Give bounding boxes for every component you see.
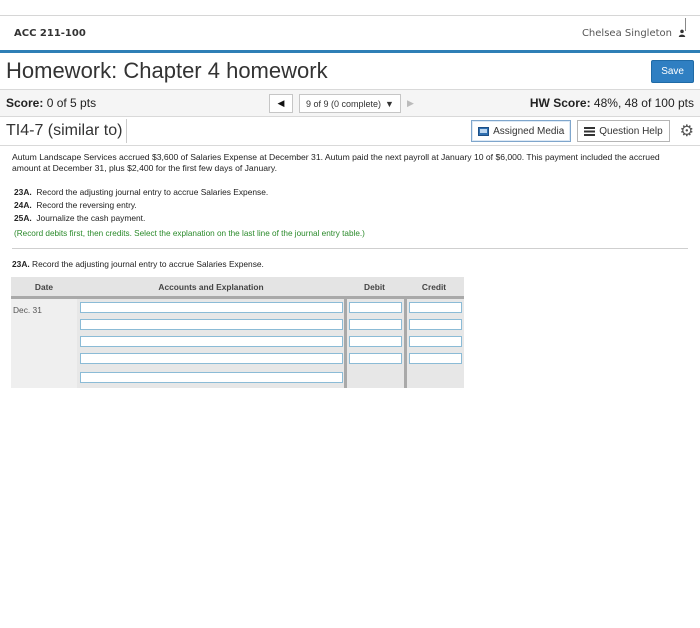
credit-input-row-4[interactable] — [409, 353, 462, 364]
triangle-down-icon: ▼ — [385, 98, 394, 109]
debit-input-row-1[interactable] — [349, 302, 402, 313]
question-title: TI4-7 (similar to) — [6, 119, 128, 143]
score-bar: Score: 0 of 5 pts ◀ 9 of 9 (0 complete) … — [0, 90, 700, 117]
question-navigation: ◀ 9 of 9 (0 complete) ▼ ▶ — [269, 94, 414, 113]
account-input-row-3[interactable] — [80, 336, 343, 347]
date-value: Dec. 31 — [13, 305, 42, 315]
question-tools: Assigned Media Question Help ⚙ — [471, 120, 694, 142]
requirements-list: 23A. Record the adjusting journal entry … — [12, 186, 688, 240]
score-value: 0 of 5 pts — [46, 96, 97, 110]
section-divider — [12, 248, 688, 249]
gear-icon[interactable]: ⚙ — [680, 121, 694, 141]
question-content: Autum Landscape Services accrued $3,600 … — [0, 146, 700, 269]
requirement-25a: 25A. Journalize the cash payment. — [14, 212, 688, 225]
requirement-code: 23A. — [14, 187, 32, 197]
requirement-24a: 24A. Record the reversing entry. — [14, 199, 688, 212]
score-label: Score: — [6, 96, 44, 110]
column-divider — [344, 299, 347, 388]
accounts-header: Accounts and Explanation — [158, 281, 264, 292]
triangle-left-icon: ◀ — [277, 98, 285, 108]
part-label: 23A. Record the adjusting journal entry … — [12, 259, 688, 269]
hw-score-value: 48%, 48 of 100 pts — [593, 96, 694, 110]
credit-input-row-1[interactable] — [409, 302, 462, 313]
date-column: Dec. 31 — [11, 299, 77, 388]
question-help-label: Question Help — [599, 125, 663, 137]
requirement-text: Journalize the cash payment. — [36, 213, 146, 223]
part-text: Record the adjusting journal entry to ac… — [32, 259, 264, 269]
course-header: ACC 211-100 Chelsea Singleton — [0, 16, 700, 53]
header-divider — [685, 18, 686, 31]
hw-score: HW Score: 48%, 48 of 100 pts — [530, 96, 694, 110]
credit-input-row-3[interactable] — [409, 336, 462, 347]
requirement-text: Record the adjusting journal entry to ac… — [36, 187, 269, 197]
homework-bar: Homework: Chapter 4 homework Save — [0, 53, 700, 90]
next-question-button[interactable]: ▶ — [407, 98, 414, 109]
previous-question-button[interactable]: ◀ — [269, 94, 293, 113]
question-select-value: 9 of 9 (0 complete) — [306, 98, 382, 109]
date-header: Date — [34, 281, 54, 292]
user-name[interactable]: Chelsea Singleton — [582, 28, 672, 39]
journal-body: Dec. 31 — [11, 299, 464, 388]
debit-input-row-2[interactable] — [349, 319, 402, 330]
journal-header-row: Date Accounts and Explanation Debit Cred… — [11, 277, 464, 299]
part-code: 23A. — [12, 259, 30, 269]
debit-input-row-3[interactable] — [349, 336, 402, 347]
debit-header: Debit — [364, 281, 385, 292]
requirement-code: 24A. — [14, 200, 32, 210]
question-help-button[interactable]: Question Help — [577, 120, 670, 142]
question-bar: TI4-7 (similar to) Assigned Media Questi… — [0, 117, 700, 146]
question-select[interactable]: 9 of 9 (0 complete) ▼ — [299, 94, 401, 113]
top-gap — [0, 0, 700, 16]
requirement-23a: 23A. Record the adjusting journal entry … — [14, 186, 688, 199]
debit-input-row-4[interactable] — [349, 353, 402, 364]
course-title: ACC 211-100 — [14, 27, 86, 39]
media-icon — [478, 126, 490, 136]
problem-text: Autum Landscape Services accrued $3,600 … — [12, 152, 660, 173]
account-input-row-4[interactable] — [80, 353, 343, 364]
triangle-right-icon: ▶ — [406, 98, 414, 108]
save-button[interactable]: Save — [651, 59, 694, 83]
requirement-text: Record the reversing entry. — [36, 200, 137, 210]
assigned-media-label: Assigned Media — [493, 125, 565, 137]
hw-score-label: HW Score: — [529, 96, 591, 110]
assigned-media-button[interactable]: Assigned Media — [471, 120, 572, 142]
list-icon — [584, 126, 596, 136]
account-input-row-2[interactable] — [80, 319, 343, 330]
homework-title: Homework: Chapter 4 homework — [6, 58, 328, 83]
instructions-note: (Record debits first, then credits. Sele… — [14, 229, 365, 238]
credit-input-row-2[interactable] — [409, 319, 462, 330]
explanation-input[interactable] — [80, 372, 343, 383]
requirement-code: 25A. — [14, 213, 32, 223]
column-divider — [404, 299, 407, 388]
credit-header: Credit — [421, 281, 447, 292]
account-input-row-1[interactable] — [80, 302, 343, 313]
journal-entry-table: Date Accounts and Explanation Debit Cred… — [11, 277, 464, 388]
user-info[interactable]: Chelsea Singleton — [582, 28, 686, 39]
score: Score: 0 of 5 pts — [6, 96, 96, 110]
